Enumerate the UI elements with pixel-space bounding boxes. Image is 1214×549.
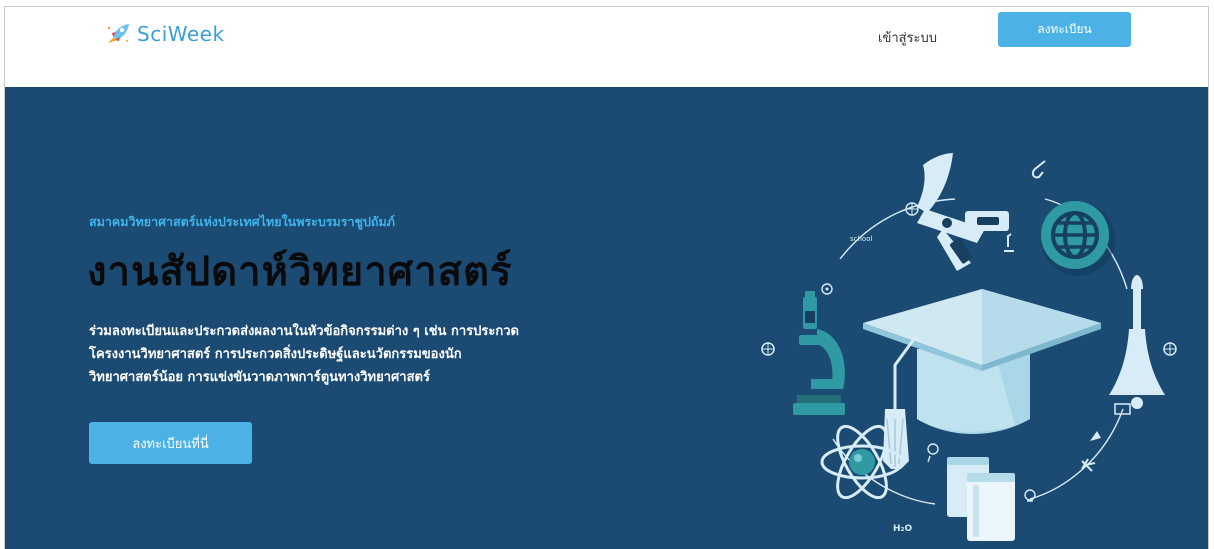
small-magnifier-icon <box>927 443 939 463</box>
small-atom-icon <box>821 283 833 295</box>
hero-section: สมาคมวิทยาศาสตร์แห่งประเทศไทยในพระบรมราช… <box>5 87 1208 549</box>
small-satellite-icon <box>1081 458 1096 472</box>
bell-icon <box>1109 275 1165 409</box>
brush-icon <box>1031 160 1046 179</box>
browser-viewport: SciWeek เข้าสู่ระบบ ลงทะเบียน สมาคมวิทยา… <box>4 6 1209 549</box>
small-microscope-icon <box>1004 233 1014 252</box>
top-navbar: SciWeek เข้าสู่ระบบ ลงทะเบียน <box>5 7 1208 87</box>
login-link[interactable]: เข้าสู่ระบบ <box>878 27 937 48</box>
science-education-illustration: school H₂O <box>761 153 1177 541</box>
scissors-icon <box>917 153 1009 271</box>
small-globe-icon-right <box>1163 342 1177 356</box>
small-globe-icon-left <box>761 342 775 356</box>
hero-title: งานสัปดาห์วิทยาศาสตร์ <box>87 248 513 295</box>
globe-icon <box>1041 201 1115 276</box>
hero-description: ร่วมลงทะเบียนและประกวดส่งผลงานในหัวข้อกิ… <box>89 324 519 385</box>
books-icon <box>947 457 1015 541</box>
brand-logo-link[interactable]: SciWeek <box>105 22 225 46</box>
graduation-cap-icon <box>863 289 1101 469</box>
small-world-icon-top <box>905 202 919 216</box>
school-label: school <box>850 235 872 243</box>
rocket-icon <box>107 24 129 43</box>
hero-kicker: สมาคมวิทยาศาสตร์แห่งประเทศไทยในพระบรมราช… <box>89 214 395 229</box>
microscope-icon <box>793 291 845 415</box>
register-button[interactable]: ลงทะเบียน <box>998 12 1131 47</box>
h2o-label: H₂O <box>893 524 912 534</box>
brand-name: SciWeek <box>137 22 225 46</box>
register-here-button[interactable]: ลงทะเบียนที่นี่ <box>89 422 252 464</box>
small-lightbulb-icon <box>1024 489 1036 502</box>
